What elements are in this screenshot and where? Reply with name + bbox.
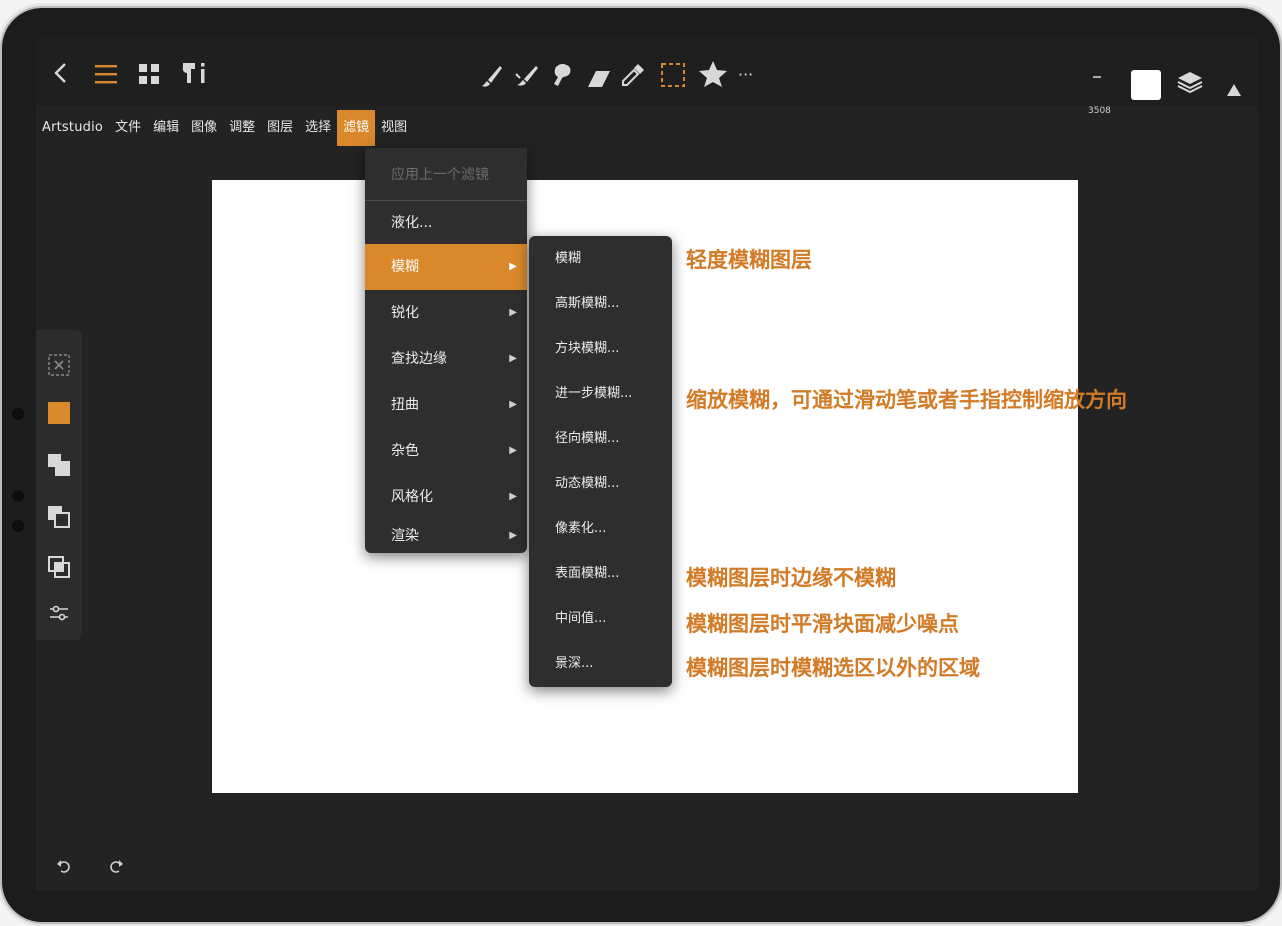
submenu-item-motion-blur[interactable]: 动态模糊...: [529, 461, 672, 507]
eraser-icon[interactable]: [586, 66, 612, 96]
annotation-depth-of-field: 模糊图层时模糊选区以外的区域: [686, 656, 980, 680]
tablet-frame: ··· 3508 Artstudio 文件 编辑 图像 调整 图层 选择 滤镜 …: [2, 8, 1280, 922]
primary-color-icon[interactable]: [48, 402, 70, 428]
grid-icon[interactable]: [138, 62, 160, 92]
menu-select[interactable]: 选择: [299, 110, 337, 146]
menu-item-blur[interactable]: 模糊 ▶: [365, 244, 527, 290]
annotation-blur: 轻度模糊图层: [686, 248, 812, 272]
menu-edit[interactable]: 编辑: [147, 110, 185, 146]
lasso-icon[interactable]: [550, 62, 574, 95]
menu-layer[interactable]: 图层: [261, 110, 299, 146]
hardware-dot: [12, 520, 24, 532]
size-indicator: [1093, 76, 1101, 78]
sliders-icon[interactable]: [48, 602, 70, 628]
undo-icon[interactable]: [56, 858, 72, 878]
hardware-dot: [12, 490, 24, 502]
submenu-arrow-icon: ▶: [509, 530, 517, 541]
layer-front-icon[interactable]: [48, 506, 70, 532]
more-icon[interactable]: ···: [738, 60, 753, 90]
submenu-item-gaussian-blur[interactable]: 高斯模糊...: [529, 281, 672, 327]
menu-image[interactable]: 图像: [185, 110, 223, 146]
submenu-arrow-icon: ▶: [509, 261, 517, 272]
smudge-icon[interactable]: [514, 64, 540, 95]
menu-item-render[interactable]: 渲染 ▶: [365, 520, 527, 552]
star-icon[interactable]: [698, 60, 728, 95]
submenu-arrow-icon: ▶: [509, 399, 517, 410]
top-toolbar: ··· 3508: [36, 38, 1258, 116]
left-tool-strip: [36, 330, 82, 640]
submenu-item-radial-blur[interactable]: 径向模糊...: [529, 416, 672, 462]
back-icon[interactable]: [52, 60, 70, 93]
menu-item-distort[interactable]: 扭曲 ▶: [365, 382, 527, 428]
menu-icon[interactable]: [94, 62, 118, 92]
submenu-item-median[interactable]: 中间值...: [529, 596, 672, 642]
submenu-arrow-icon: ▶: [509, 491, 517, 502]
menu-view[interactable]: 视图: [375, 110, 413, 146]
menu-filter[interactable]: 滤镜: [337, 110, 376, 146]
annotation-surface-blur: 模糊图层时边缘不模糊: [686, 566, 896, 590]
menu-item-sharpen[interactable]: 锐化 ▶: [365, 290, 527, 336]
submenu-item-box-blur[interactable]: 方块模糊...: [529, 326, 672, 372]
submenu-arrow-icon: ▶: [509, 353, 517, 364]
submenu-arrow-icon: ▶: [509, 445, 517, 456]
selection-icon[interactable]: [660, 62, 686, 95]
submenu-item-blur[interactable]: 模糊: [529, 236, 672, 282]
hardware-dot: [12, 408, 24, 420]
menu-file[interactable]: 文件: [109, 110, 147, 146]
brush-info-icon[interactable]: [180, 60, 210, 93]
menu-item-noise[interactable]: 杂色 ▶: [365, 428, 527, 474]
collapse-icon[interactable]: [1226, 74, 1242, 104]
layer-stack-icon[interactable]: [48, 454, 70, 480]
menu-item-liquify[interactable]: 液化...: [365, 200, 527, 246]
filter-menu: 应用上一个滤镜 液化... 模糊 ▶ 锐化 ▶ 查找边缘 ▶ 扭曲 ▶ 杂色 ▶…: [365, 148, 527, 553]
brush-counter: 3508: [1088, 106, 1111, 116]
annotation-median: 模糊图层时平滑块面减少噪点: [686, 612, 959, 636]
menu-app[interactable]: Artstudio: [36, 110, 109, 146]
menu-item-stylize[interactable]: 风格化 ▶: [365, 474, 527, 520]
submenu-arrow-icon: ▶: [509, 307, 517, 318]
submenu-item-depth-of-field[interactable]: 景深...: [529, 641, 672, 687]
menu-item-apply-last-filter: 应用上一个滤镜: [391, 167, 489, 183]
deselect-icon[interactable]: [48, 354, 70, 380]
redo-icon[interactable]: [108, 858, 124, 878]
menu-item-find-edges[interactable]: 查找边缘 ▶: [365, 336, 527, 382]
brush-icon[interactable]: [480, 64, 504, 95]
layers-icon[interactable]: [1176, 70, 1204, 103]
annotation-radial-blur: 缩放模糊，可通过滑动笔或者手指控制缩放方向: [686, 388, 1127, 412]
submenu-item-surface-blur[interactable]: 表面模糊...: [529, 551, 672, 597]
menu-bar: Artstudio 文件 编辑 图像 调整 图层 选择 滤镜 视图: [36, 110, 530, 146]
submenu-item-pixelate[interactable]: 像素化...: [529, 506, 672, 552]
color-swatch[interactable]: [1131, 70, 1161, 100]
app-screen: ··· 3508 Artstudio 文件 编辑 图像 调整 图层 选择 滤镜 …: [36, 38, 1258, 890]
eyedropper-icon[interactable]: [620, 62, 646, 95]
submenu-item-blur-more[interactable]: 进一步模糊...: [529, 371, 672, 417]
menu-adjust[interactable]: 调整: [223, 110, 261, 146]
layer-duplicate-icon[interactable]: [48, 556, 70, 582]
blur-submenu: 模糊 高斯模糊... 方块模糊... 进一步模糊... 径向模糊... 动态模糊…: [529, 236, 672, 687]
